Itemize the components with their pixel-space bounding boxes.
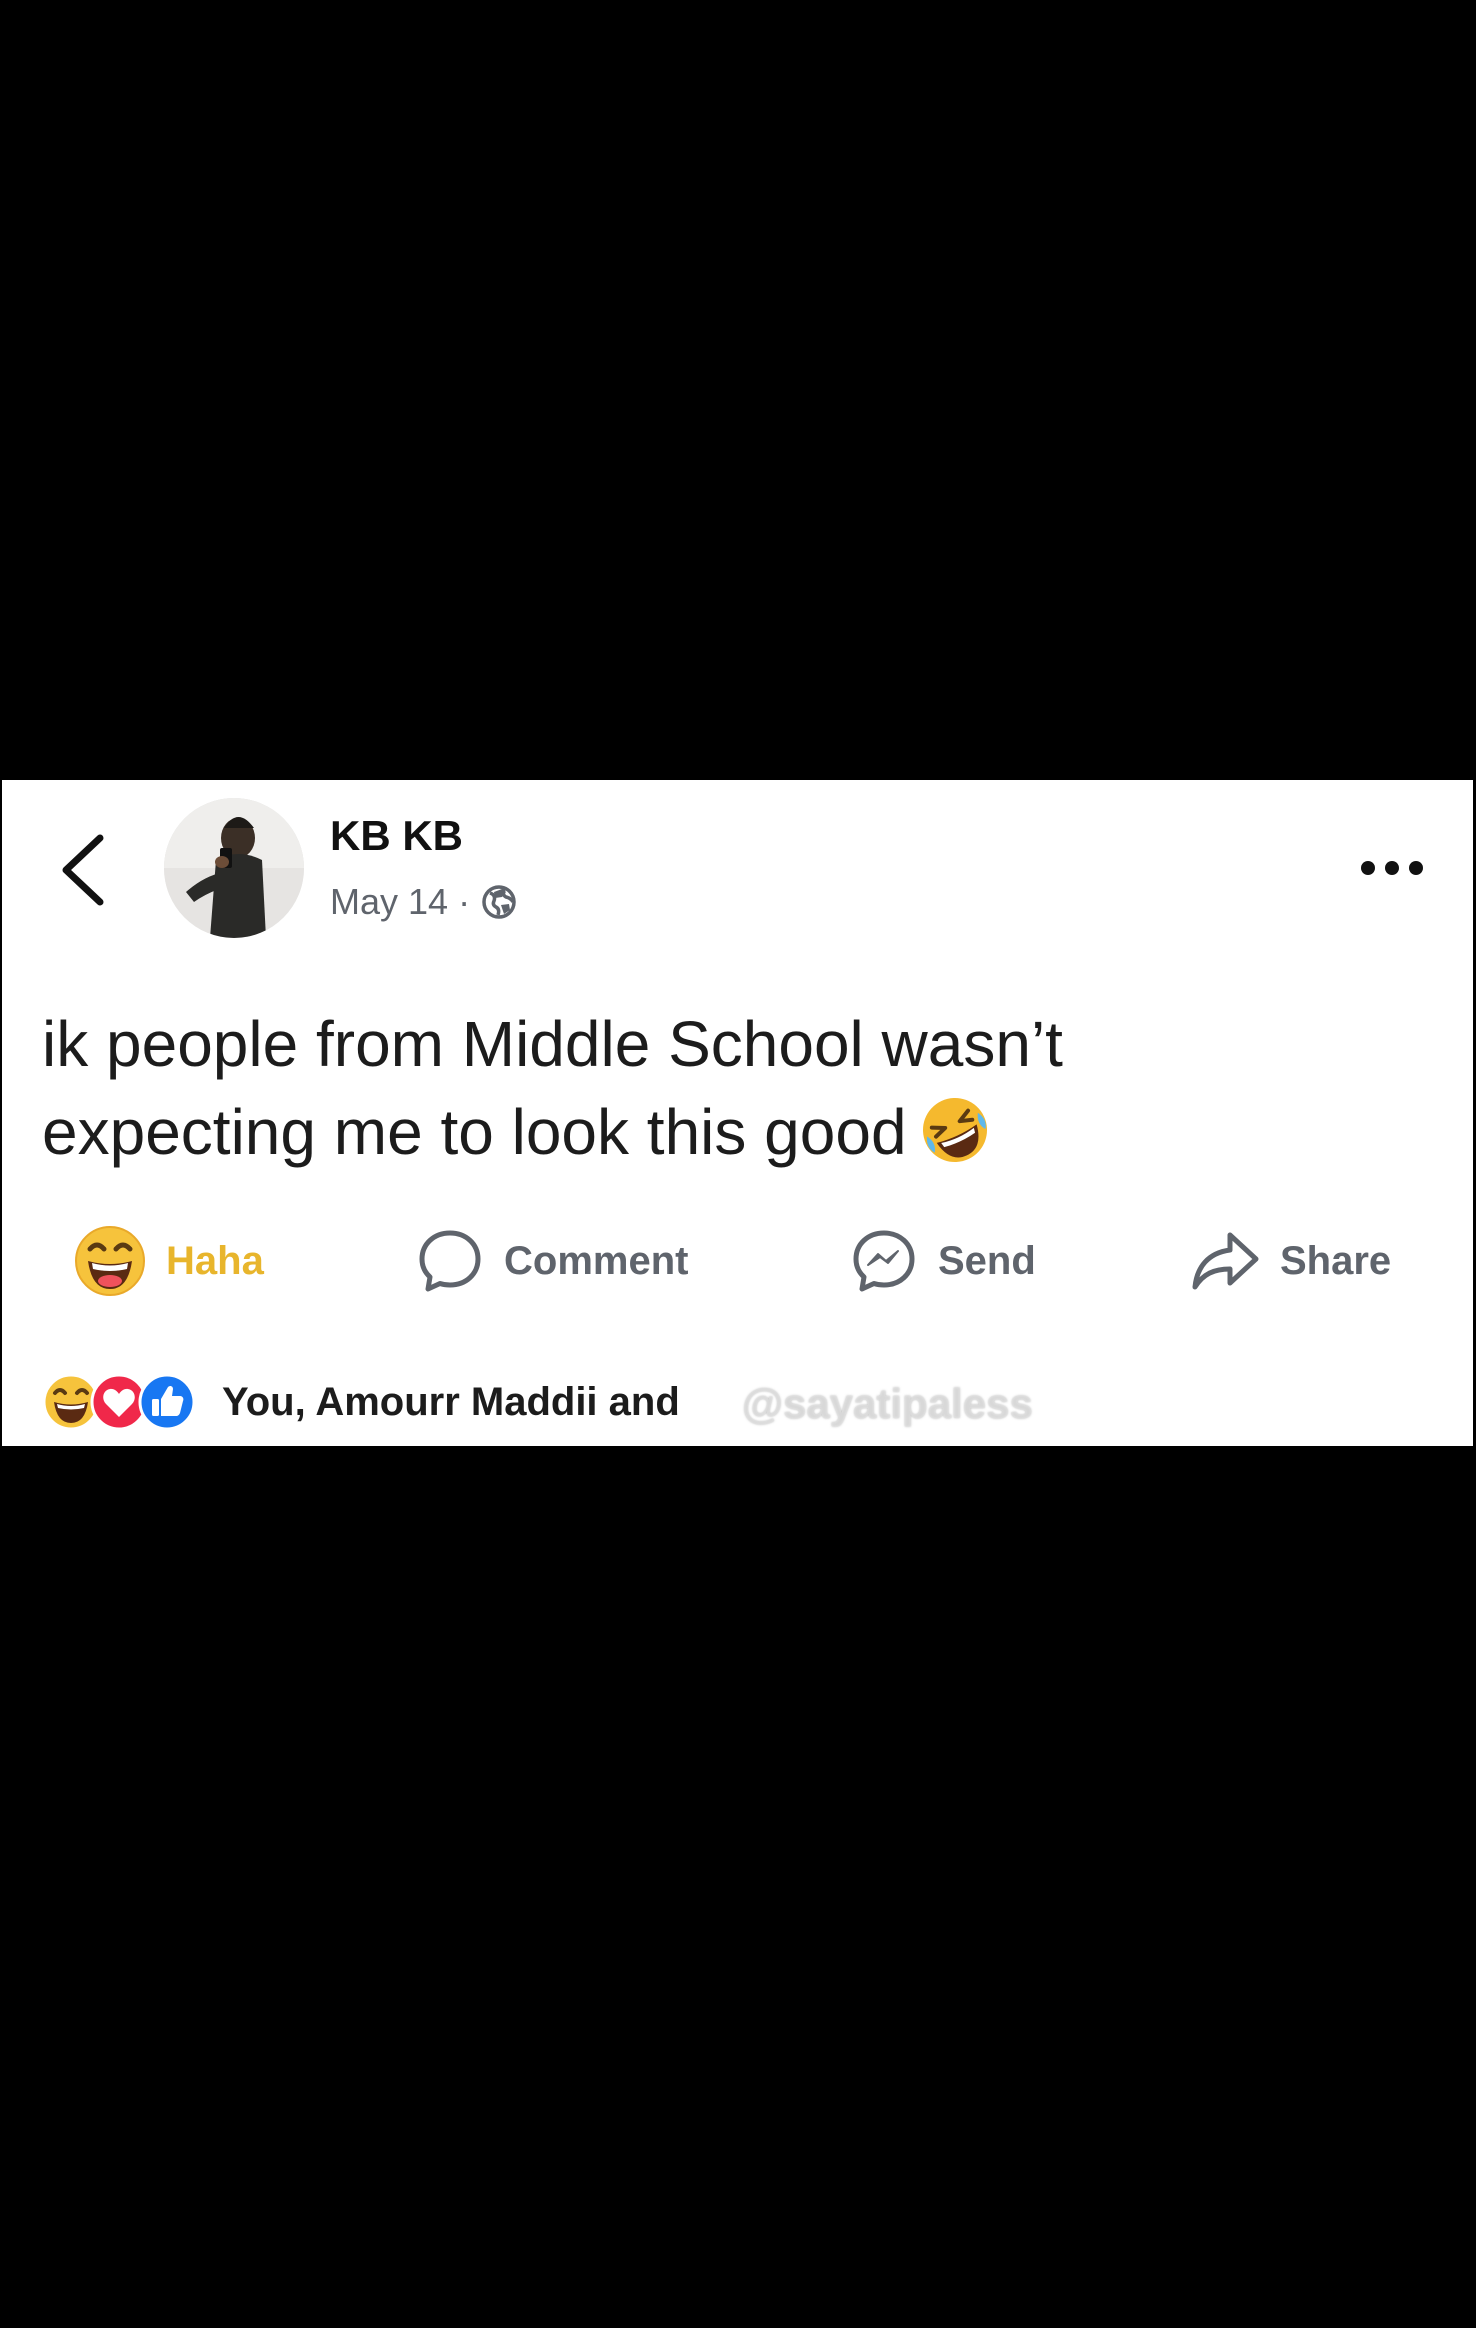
reactions-summary[interactable]: You, Amourr Maddii and (42, 1370, 680, 1434)
author-name[interactable]: KB KB (330, 812, 463, 860)
chevron-left-icon (62, 834, 104, 906)
more-options-button[interactable] (1358, 850, 1426, 886)
share-arrow-icon (1192, 1232, 1259, 1290)
share-button[interactable]: Share (1190, 1222, 1391, 1300)
watermark: @sayatipaless (742, 1380, 1033, 1427)
post-meta: May 14 · (330, 878, 518, 926)
meta-separator: · (458, 881, 471, 922)
comment-icon (419, 1230, 481, 1292)
comment-label: Comment (504, 1238, 689, 1283)
haha-reaction-icon (75, 1226, 145, 1296)
post-date[interactable]: May 14 (330, 881, 448, 923)
send-label: Send (938, 1238, 1036, 1283)
avatar[interactable] (164, 798, 304, 938)
like-reaction-icon (138, 1373, 196, 1431)
messenger-icon (853, 1230, 915, 1292)
post-text: ik people from Middle School wasn’t expe… (42, 1000, 1422, 1176)
haha-label: Haha (166, 1238, 264, 1283)
reaction-icon-stack (42, 1373, 196, 1431)
globe-icon[interactable] (480, 883, 518, 921)
profile-photo (164, 798, 304, 938)
share-label: Share (1280, 1238, 1392, 1283)
send-button[interactable]: Send (850, 1222, 1036, 1300)
back-button[interactable] (56, 832, 110, 908)
post-text-line: ik people from Middle School wasn’t (42, 1008, 1063, 1080)
rolling-on-floor-laughing-icon (922, 1098, 987, 1162)
reactions-summary-text: You, Amourr Maddii and (222, 1379, 680, 1424)
haha-button[interactable]: Haha (74, 1222, 264, 1300)
post-text-line-2: expecting me to look this good (42, 1088, 1422, 1176)
more-icon (1361, 861, 1423, 875)
comment-button[interactable]: Comment (416, 1222, 688, 1300)
post-text-line: expecting me to look this good (42, 1096, 907, 1168)
